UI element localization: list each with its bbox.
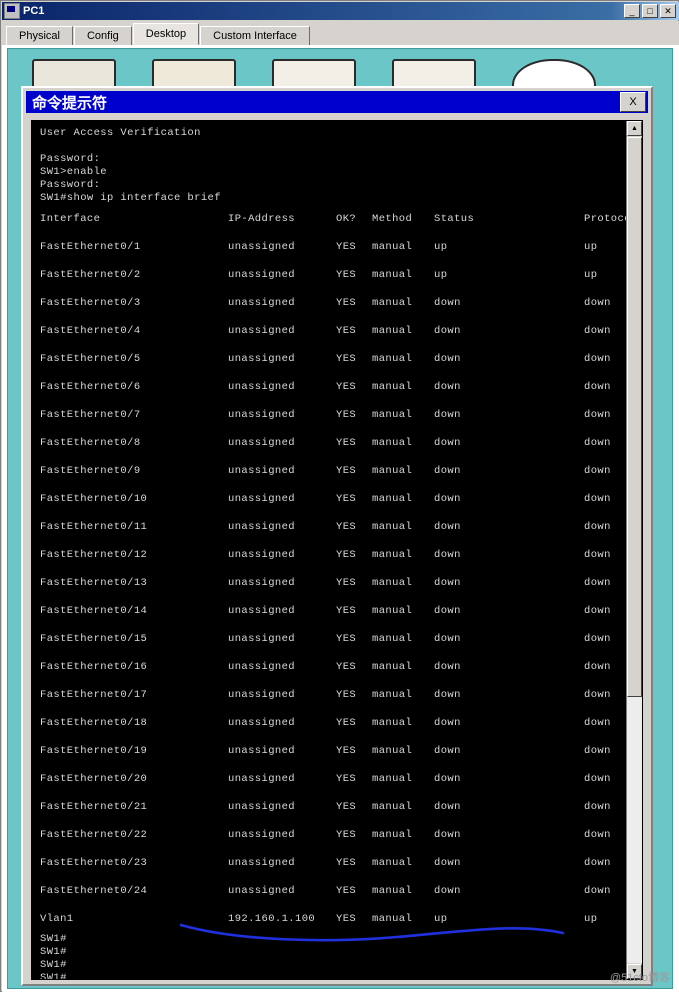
window-titlebar: PC1 _ □ ✕ [2, 2, 679, 20]
pc-window: PC1 _ □ ✕ Physical Config Desktop Custom… [0, 0, 679, 992]
command-prompt-title: 命令提示符 [32, 94, 108, 112]
console-interface-row: FastEthernet0/7 unassigned YES manual down do… [40, 409, 611, 421]
console-interface-row: FastEthernet0/5 unassigned YES manual down do… [40, 353, 611, 365]
command-prompt-window: 命令提示符 X User Access Verification Passwor… [21, 86, 653, 986]
window-controls: _ □ ✕ [624, 4, 676, 18]
console-interface-row: FastEthernet0/16 unassigned YES manual down d… [40, 661, 611, 673]
console-interface-row: FastEthernet0/1 unassigned YES manual up up [40, 241, 598, 253]
desktop-pane: 命令提示符 X User Access Verification Passwor… [2, 45, 679, 992]
console-prompt-lines: SW1# SW1# SW1# SW1# [40, 933, 67, 979]
console-interface-row: FastEthernet0/22 unassigned YES manual down d… [40, 829, 611, 841]
tab-strip: Physical Config Desktop Custom Interface [2, 21, 679, 45]
tab-desktop[interactable]: Desktop [132, 23, 200, 45]
console-interface-row: FastEthernet0/15 unassigned YES manual down d… [40, 633, 611, 645]
console-output[interactable]: User Access Verification Password: SW1>e… [32, 121, 626, 979]
console-interface-row: FastEthernet0/10 unassigned YES manual down d… [40, 493, 611, 505]
console-header-block: User Access Verification Password: SW1>e… [40, 127, 221, 204]
console-interface-row: FastEthernet0/6 unassigned YES manual down do… [40, 381, 611, 393]
console-interface-row: FastEthernet0/3 unassigned YES manual down do… [40, 297, 611, 309]
minimize-button[interactable]: _ [624, 4, 640, 18]
console-interface-row: FastEthernet0/9 unassigned YES manual down do… [40, 465, 611, 477]
console-interface-row: FastEthernet0/17 unassigned YES manual down d… [40, 689, 611, 701]
console-interface-row: FastEthernet0/4 unassigned YES manual down do… [40, 325, 611, 337]
window-title: PC1 [23, 5, 45, 17]
console-interface-row: FastEthernet0/23 unassigned YES manual down d… [40, 857, 611, 869]
scroll-up-icon[interactable]: ▲ [627, 121, 642, 136]
console-interface-row: FastEthernet0/21 unassigned YES manual down d… [40, 801, 611, 813]
tab-config[interactable]: Config [73, 26, 132, 45]
console-interface-row: FastEthernet0/19 unassigned YES manual down d… [40, 745, 611, 757]
command-prompt-body: User Access Verification Password: SW1>e… [31, 120, 643, 980]
console-interface-row: FastEthernet0/2 unassigned YES manual up up [40, 269, 598, 281]
console-interface-row: FastEthernet0/8 unassigned YES manual down do… [40, 437, 611, 449]
command-prompt-titlebar: 命令提示符 X [26, 91, 648, 113]
scrollbar-thumb[interactable] [627, 137, 642, 697]
console-interface-row: FastEthernet0/11 unassigned YES manual down d… [40, 521, 611, 533]
desktop-background: 命令提示符 X User Access Verification Passwor… [7, 48, 673, 989]
command-prompt-close-button[interactable]: X [620, 92, 646, 112]
console-interface-row: Vlan1 192.160.1.100 YES manual up up [40, 913, 598, 925]
console-interface-row: FastEthernet0/20 unassigned YES manual down d… [40, 773, 611, 785]
tab-physical[interactable]: Physical [6, 26, 73, 45]
console-scrollbar[interactable]: ▲ ▼ [626, 121, 642, 979]
watermark: @51cto博客 [609, 972, 670, 984]
tab-custom-interface[interactable]: Custom Interface [200, 26, 310, 45]
maximize-button[interactable]: □ [642, 4, 658, 18]
console-interface-row: FastEthernet0/24 unassigned YES manual down d… [40, 885, 611, 897]
close-button[interactable]: ✕ [660, 4, 676, 18]
console-column-header: Interface IP-Address OK? Method Status Protoc… [40, 213, 626, 225]
console-interface-row: FastEthernet0/12 unassigned YES manual down d… [40, 549, 611, 561]
console-interface-row: FastEthernet0/18 unassigned YES manual down d… [40, 717, 611, 729]
window-icon [4, 3, 20, 19]
console-interface-row: FastEthernet0/13 unassigned YES manual down d… [40, 577, 611, 589]
console-interface-row: FastEthernet0/14 unassigned YES manual down d… [40, 605, 611, 617]
